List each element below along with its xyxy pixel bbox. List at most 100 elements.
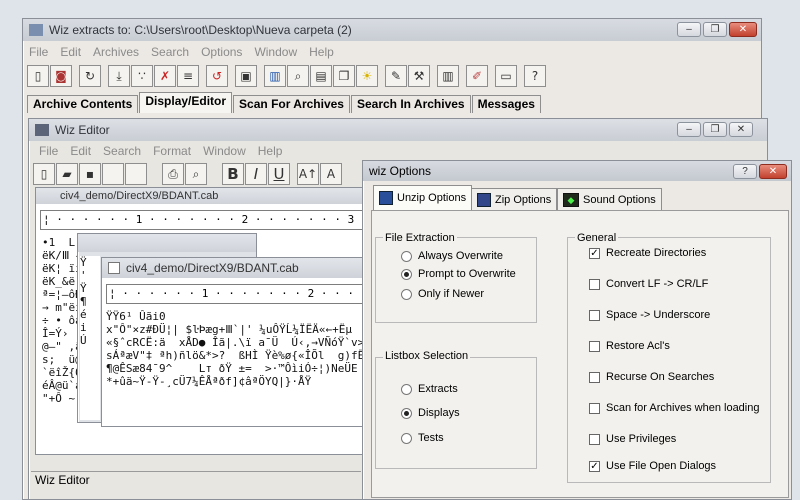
radio-extracts-label: Extracts: [418, 383, 458, 395]
check-use-file-open-dialogs[interactable]: ✓ Use File Open Dialogs: [589, 460, 716, 472]
editor-menu-search[interactable]: Search: [97, 144, 147, 158]
menu-help[interactable]: Help: [303, 45, 340, 59]
options-close-button[interactable]: ✕: [759, 164, 787, 179]
check-scan-archives-loading[interactable]: Scan for Archives when loading: [589, 402, 759, 414]
main-menubar: File Edit Archives Search Options Window…: [23, 43, 761, 61]
menu-options[interactable]: Options: [195, 45, 248, 59]
radio-only-if-newer-label: Only if Newer: [418, 288, 485, 300]
radio-tests[interactable]: Tests: [401, 432, 444, 444]
radio-displays-dot[interactable]: [401, 407, 412, 419]
close-button[interactable]: ✕: [729, 22, 757, 37]
italic-button[interactable]: I: [245, 163, 267, 185]
menu-window[interactable]: Window: [248, 45, 303, 59]
tab-scan-for-archives[interactable]: Scan For Archives: [233, 95, 350, 113]
tab-archive-contents[interactable]: Archive Contents: [27, 95, 139, 113]
print-preview-icon[interactable]: ⌕: [185, 163, 207, 185]
editor-menu-format[interactable]: Format: [147, 144, 197, 158]
tab-sound-options[interactable]: ◆ Sound Options: [557, 188, 662, 210]
menu-search[interactable]: Search: [145, 45, 195, 59]
main-tabs: Archive Contents Display/Editor Scan For…: [27, 92, 542, 113]
editor-open-icon[interactable]: ▰: [56, 163, 78, 185]
radio-tests-dot[interactable]: [401, 432, 412, 444]
radio-always-overwrite-dot[interactable]: [401, 250, 412, 262]
options-caption-buttons: ? ✕: [733, 164, 787, 179]
check-restore-acls-box[interactable]: [589, 340, 600, 352]
open-archive-icon[interactable]: ◙: [50, 65, 72, 87]
tab-unzip-label: Unzip Options: [397, 192, 467, 204]
tab-unzip-options[interactable]: Unzip Options: [373, 185, 473, 210]
film-icon[interactable]: ▤: [310, 65, 332, 87]
find-icon[interactable]: ⌕: [287, 65, 309, 87]
check-use-privileges-box[interactable]: [589, 433, 600, 445]
filter-icon[interactable]: ▥: [264, 65, 286, 87]
editor-menu-edit[interactable]: Edit: [64, 144, 97, 158]
radio-prompt-to-overwrite-dot[interactable]: [401, 268, 412, 280]
copy-icon[interactable]: ❐: [333, 65, 355, 87]
maximize-button[interactable]: ❐: [703, 22, 727, 37]
editor-blank-icon[interactable]: [102, 163, 124, 185]
check-recurse-on-searches[interactable]: Recurse On Searches: [589, 371, 714, 383]
check-space-underscore[interactable]: Space -> Underscore: [589, 309, 710, 321]
font-color-button[interactable]: A: [320, 163, 342, 185]
check-convert-lf[interactable]: Convert LF -> CR/LF: [589, 278, 708, 290]
check-recreate-directories[interactable]: ✓ Recreate Directories: [589, 247, 706, 259]
editor-save-icon[interactable]: ▪: [79, 163, 101, 185]
radio-extracts[interactable]: Extracts: [401, 383, 458, 395]
check-recreate-directories-box[interactable]: ✓: [589, 247, 600, 259]
radio-only-if-newer[interactable]: Only if Newer: [401, 288, 484, 300]
tab-zip-options[interactable]: Zip Options: [471, 188, 558, 210]
refresh-icon[interactable]: ↻: [79, 65, 101, 87]
check-restore-acls[interactable]: Restore Acl's: [589, 340, 670, 352]
editor-blank2-icon[interactable]: [125, 163, 147, 185]
radio-prompt-to-overwrite[interactable]: Prompt to Overwrite: [401, 268, 516, 280]
info-icon[interactable]: ▣: [235, 65, 257, 87]
menu-edit[interactable]: Edit: [54, 45, 87, 59]
editor-menu-file[interactable]: File: [33, 144, 64, 158]
editor-maximize-button[interactable]: ❐: [703, 122, 727, 137]
options-help-button[interactable]: ?: [733, 164, 757, 179]
test-icon[interactable]: ≡: [177, 65, 199, 87]
radio-only-if-newer-dot[interactable]: [401, 288, 412, 300]
check-recurse-on-searches-box[interactable]: [589, 371, 600, 383]
help-icon[interactable]: ?: [524, 65, 546, 87]
underline-button[interactable]: U: [268, 163, 290, 185]
radio-always-overwrite[interactable]: Always Overwrite: [401, 250, 503, 262]
view-icon[interactable]: ∵: [131, 65, 153, 87]
extract-icon[interactable]: ⤓: [108, 65, 130, 87]
bulb-icon[interactable]: ☀: [356, 65, 378, 87]
wrench-icon[interactable]: ⚒: [408, 65, 430, 87]
doc2-line: ŸŸ6¹ Ûãi0: [106, 310, 166, 323]
editor-menu-window[interactable]: Window: [197, 144, 252, 158]
tab-search-in-archives[interactable]: Search In Archives: [350, 95, 471, 113]
keyboard-icon[interactable]: ▭: [495, 65, 517, 87]
editor-close-button[interactable]: ✕: [729, 122, 753, 137]
doc1-titlebar: civ4_demo/DirectX9/BDANT.cab: [36, 188, 368, 204]
editor-new-icon[interactable]: ▯: [33, 163, 55, 185]
radio-extracts-dot[interactable]: [401, 383, 412, 395]
new-icon[interactable]: ▯: [27, 65, 49, 87]
print-icon[interactable]: ⎙: [162, 163, 184, 185]
editor-menu-help[interactable]: Help: [252, 144, 289, 158]
editor-minimize-button[interactable]: –: [677, 122, 701, 137]
minimize-button[interactable]: –: [677, 22, 701, 37]
radio-displays-label: Displays: [418, 407, 460, 419]
check-scan-archives-loading-box[interactable]: [589, 402, 600, 414]
undo-icon[interactable]: ↺: [206, 65, 228, 87]
check-use-privileges[interactable]: Use Privileges: [589, 433, 676, 445]
radio-displays[interactable]: Displays: [401, 407, 460, 419]
check-space-underscore-box[interactable]: [589, 309, 600, 321]
edit-icon[interactable]: ✐: [466, 65, 488, 87]
doc2-text[interactable]: ŸŸ6¹ Ûãi0 x"Ô"×z#ÐÜ¦| $ŀÞæg+Ⅲ`|' ¼uÔŸĹ¼ÏË…: [106, 310, 368, 422]
tab-display-editor[interactable]: Display/Editor: [139, 92, 233, 113]
menu-file[interactable]: File: [23, 45, 54, 59]
tools-icon[interactable]: ✎: [385, 65, 407, 87]
tab-messages[interactable]: Messages: [471, 95, 541, 113]
grow-font-button[interactable]: A↑: [297, 163, 319, 185]
trash-icon[interactable]: ▥: [437, 65, 459, 87]
docmid-line: i: [80, 321, 87, 334]
menu-archives[interactable]: Archives: [87, 45, 145, 59]
delete-icon[interactable]: ✗: [154, 65, 176, 87]
check-use-file-open-dialogs-box[interactable]: ✓: [589, 460, 600, 472]
bold-button[interactable]: B: [222, 163, 244, 185]
check-convert-lf-box[interactable]: [589, 278, 600, 290]
